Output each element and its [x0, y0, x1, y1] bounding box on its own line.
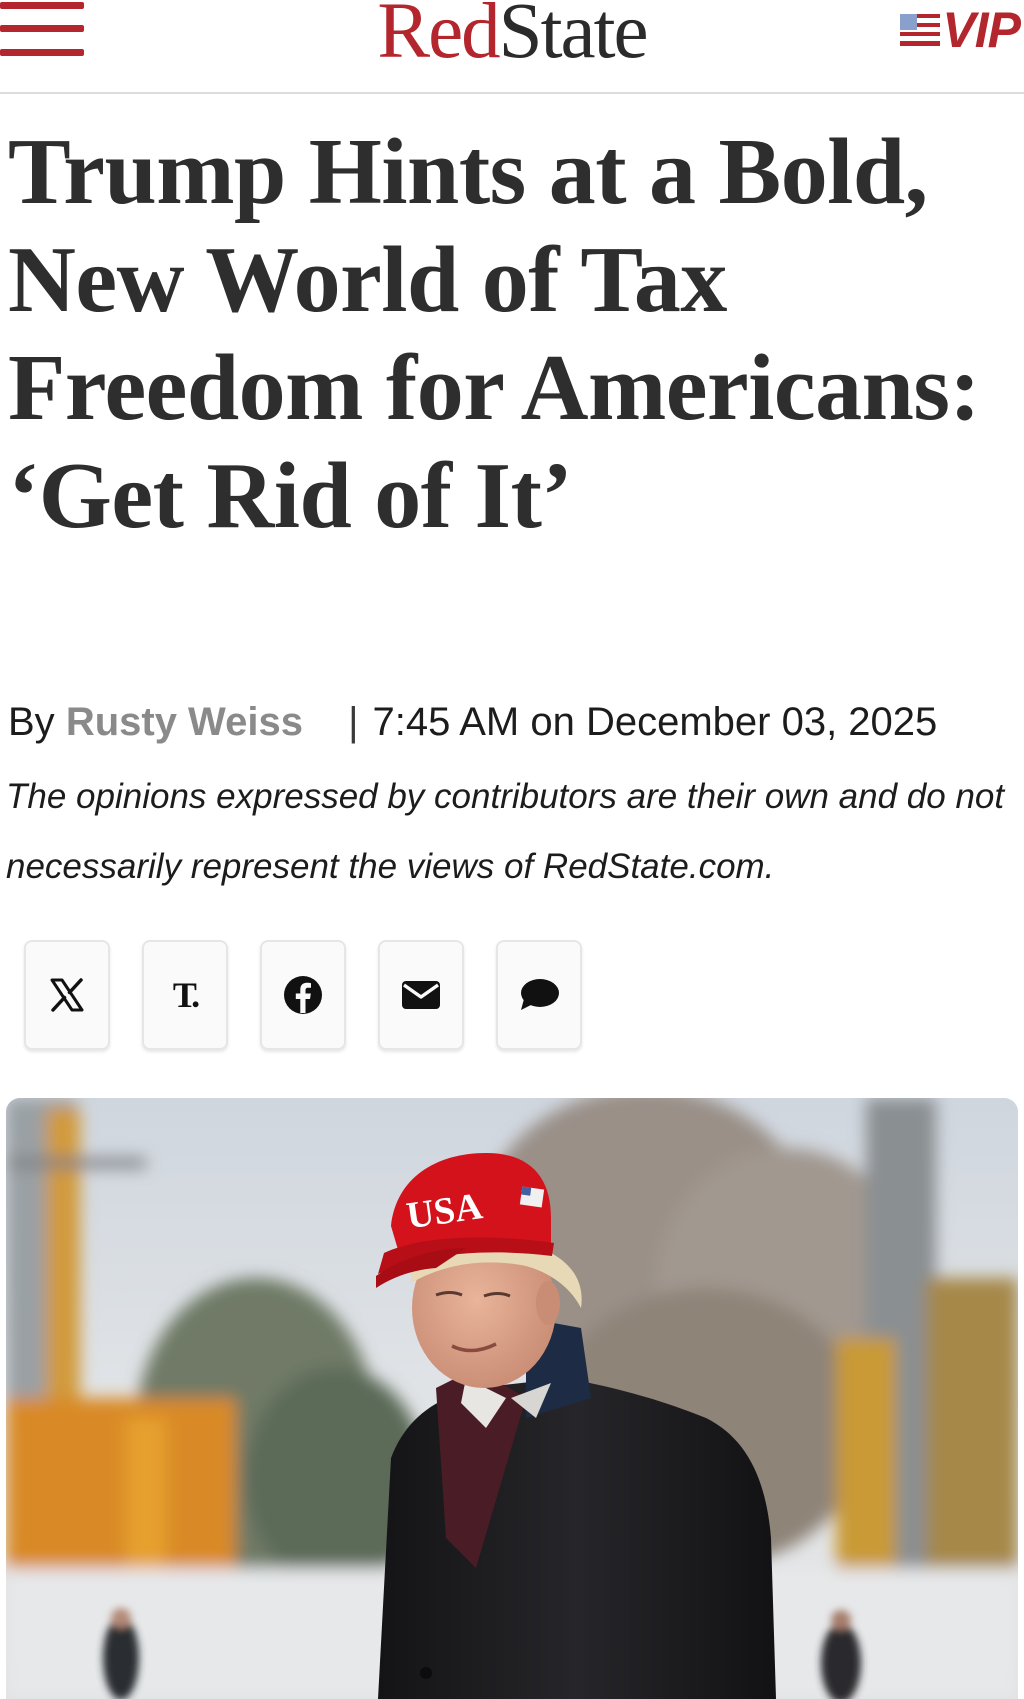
logo-part-state: State: [498, 0, 649, 75]
share-bar: T.: [24, 940, 614, 1050]
facebook-icon: [284, 976, 322, 1014]
email-icon: [402, 981, 440, 1009]
vip-label: VIP: [942, 2, 1021, 58]
site-header: RedState VIP: [0, 0, 1024, 94]
share-comment-button[interactable]: [496, 940, 582, 1050]
us-flag-icon: [900, 14, 941, 46]
logo-part-red: Red: [377, 0, 500, 75]
hero-photo: USA: [6, 1098, 1018, 1699]
truth-social-icon: T.: [172, 975, 200, 1015]
byline-prefix: By: [8, 700, 55, 744]
byline-separator: |: [348, 700, 359, 744]
opinion-disclaimer: The opinions expressed by contributors a…: [6, 777, 1005, 886]
share-truth-social-button[interactable]: T.: [142, 940, 228, 1050]
share-email-button[interactable]: [378, 940, 464, 1050]
share-facebook-button[interactable]: [260, 940, 346, 1050]
author-link[interactable]: Rusty Weiss: [66, 700, 303, 744]
comment-icon: [521, 979, 559, 1010]
share-x-button[interactable]: [24, 940, 110, 1050]
article-hero-image: USA: [6, 1098, 1018, 1699]
x-twitter-icon: [50, 978, 84, 1012]
site-logo[interactable]: RedState: [0, 0, 1024, 71]
publish-datetime: 7:45 AM on December 03, 2025: [372, 700, 938, 744]
article-byline: By Rusty Weiss | 7:45 AM on December 03, …: [8, 694, 937, 750]
vip-link[interactable]: VIP: [900, 2, 1021, 58]
article-headline: Trump Hints at a Bold, New World of Tax …: [8, 120, 981, 548]
